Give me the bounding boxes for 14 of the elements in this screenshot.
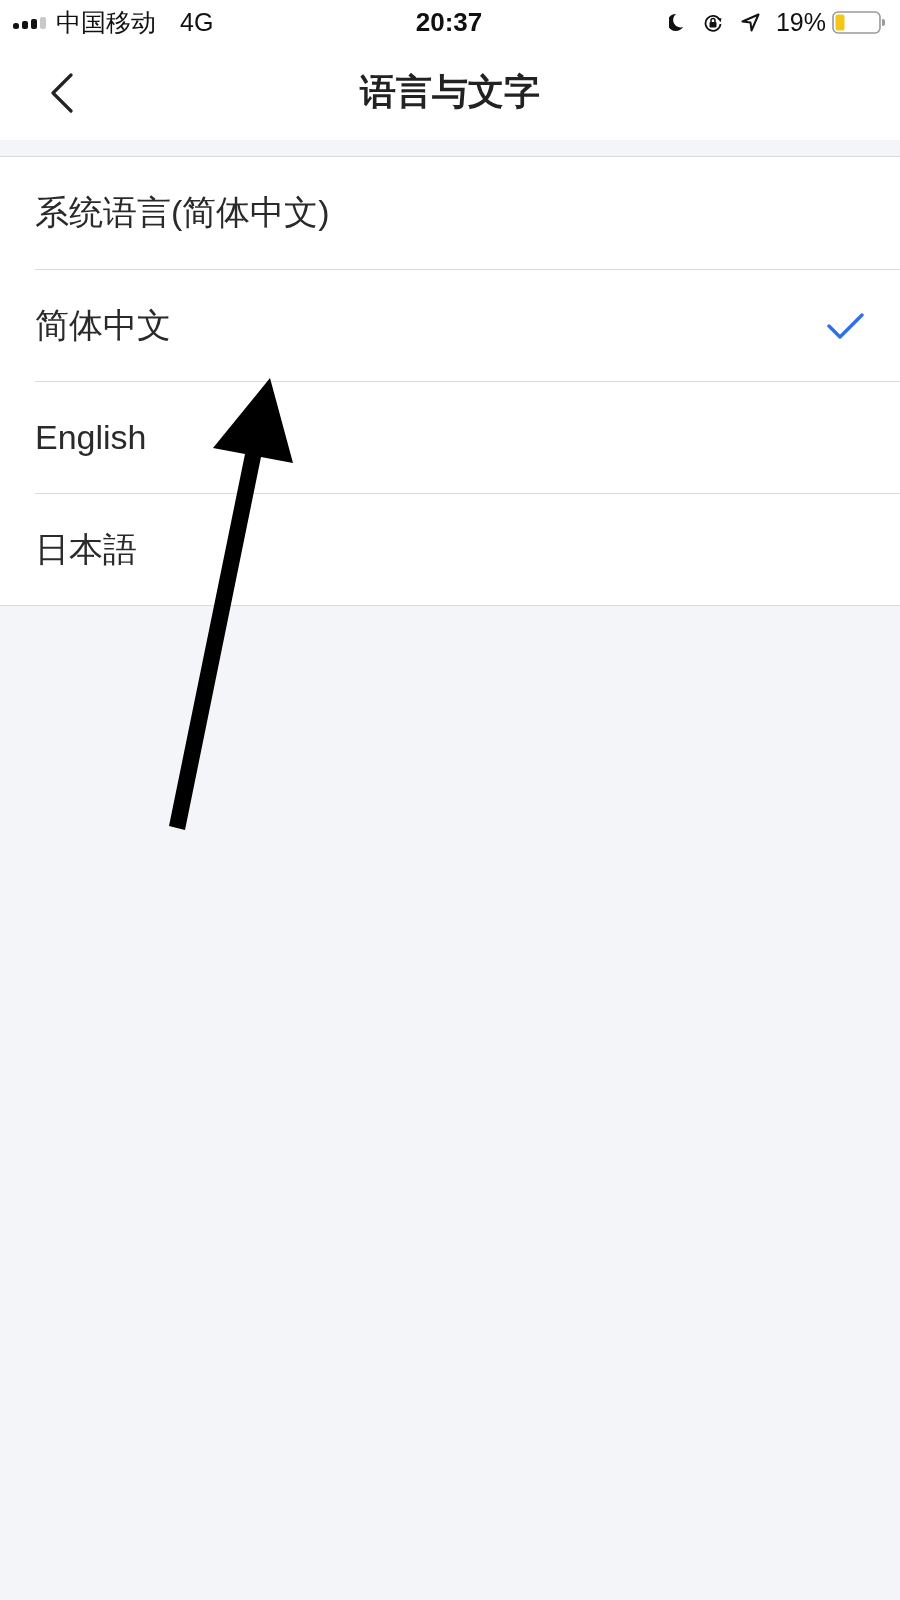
- moon-icon: [668, 14, 683, 31]
- orientation-lock-icon: [703, 13, 722, 32]
- nav-title: 语言与文字: [360, 70, 540, 114]
- location-icon: [740, 13, 760, 32]
- network-type: 4G: [180, 8, 214, 37]
- status-time: 20:37: [415, 7, 483, 38]
- back-button[interactable]: [50, 72, 74, 113]
- back-icon: [50, 72, 74, 113]
- battery-percent: 19%: [775, 8, 826, 37]
- language-option[interactable]: 系统语言(简体中文): [0, 157, 900, 269]
- language-option[interactable]: 简体中文: [0, 269, 900, 381]
- signal-icon: [13, 16, 47, 29]
- carrier-name: 中国移动: [56, 7, 156, 38]
- battery-icon: [832, 11, 885, 34]
